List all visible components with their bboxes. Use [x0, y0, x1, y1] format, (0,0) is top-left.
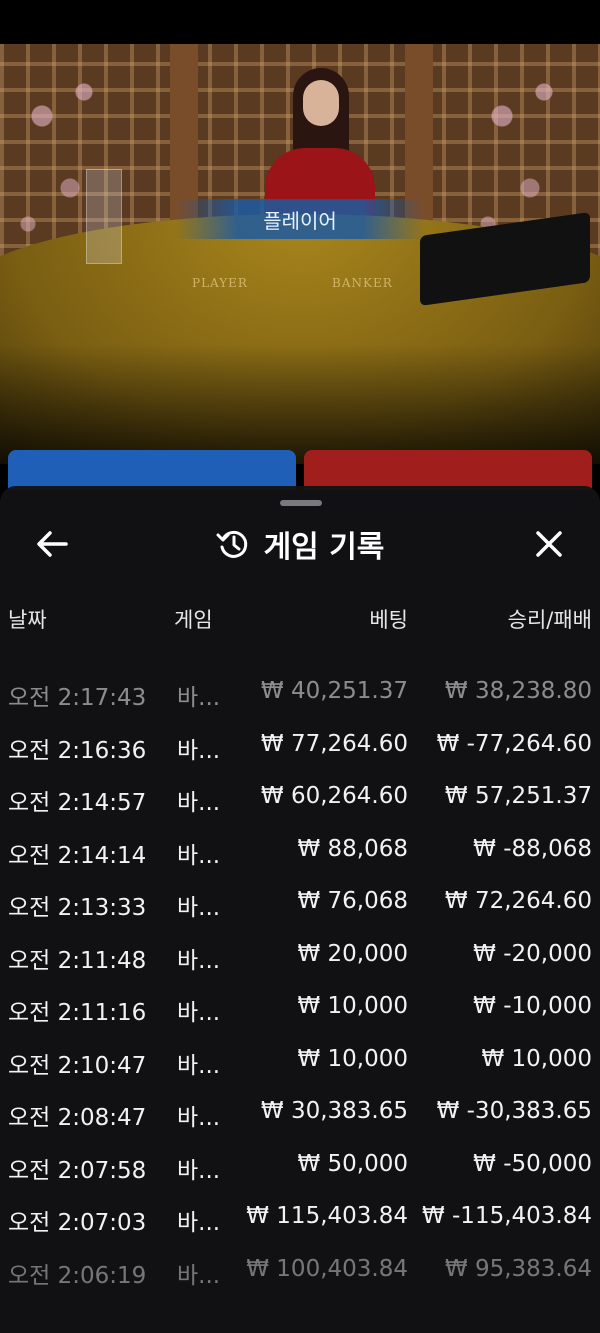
video-fade — [0, 344, 600, 464]
row-bet: ₩ 60,264.60 — [260, 783, 408, 809]
table-row[interactable]: 오전 2:16:36 바... ₩ 77,264.60 ₩ -77,264.60 — [0, 717, 600, 770]
row-result: ₩ -115,403.84 — [421, 1203, 592, 1229]
table-row[interactable]: 오전 2:07:03 바... ₩ 115,403.84 ₩ -115,403.… — [0, 1189, 600, 1242]
row-game: 바... — [177, 1052, 221, 1079]
row-time: 오전 2:17:43 — [8, 685, 147, 711]
row-bet: ₩ 76,068 — [297, 888, 408, 914]
row-result: ₩ 72,264.60 — [444, 888, 592, 914]
row-game: 바... — [177, 1157, 221, 1184]
table-label-player: PLAYER — [192, 276, 248, 290]
row-bet: ₩ 10,000 — [297, 993, 408, 1019]
arrow-left-icon — [37, 531, 68, 557]
column-header-bet: 베팅 — [369, 608, 408, 632]
row-time: 오전 2:11:16 — [8, 1000, 147, 1026]
table-row[interactable]: 오전 2:13:33 바... ₩ 76,068 ₩ 72,264.60 — [0, 874, 600, 927]
row-game: 바... — [177, 790, 221, 816]
row-result: ₩ -88,068 — [473, 835, 592, 862]
row-time: 오전 2:10:47 — [8, 1052, 147, 1079]
row-game: 바... — [177, 1000, 221, 1026]
row-game: 바... — [177, 737, 221, 764]
round-result-banner: 플레이어 — [175, 199, 425, 239]
row-time: 오전 2:11:48 — [8, 947, 147, 974]
row-game: 바... — [177, 1210, 221, 1236]
drag-handle[interactable] — [280, 500, 322, 506]
row-result: ₩ 38,238.80 — [444, 678, 592, 704]
card-discard-holder — [86, 169, 122, 264]
row-game: 바... — [177, 895, 221, 921]
table-row[interactable]: 오전 2:11:48 바... ₩ 20,000 ₩ -20,000 — [0, 927, 600, 980]
row-result: ₩ -10,000 — [473, 993, 592, 1019]
row-time: 오전 2:14:14 — [8, 842, 147, 869]
row-result: ₩ -50,000 — [473, 1150, 592, 1177]
row-game: 바... — [177, 842, 221, 869]
row-bet: ₩ 100,403.84 — [246, 1255, 408, 1282]
table-row[interactable]: 오전 2:11:16 바... ₩ 10,000 ₩ -10,000 — [0, 979, 600, 1032]
row-bet: ₩ 77,264.60 — [260, 730, 408, 757]
panel-title: 게임 기록 — [263, 530, 385, 565]
row-bet: ₩ 88,068 — [297, 835, 408, 862]
row-game: 바... — [177, 685, 221, 711]
live-video: PLAYER BANKER 플레이어 — [0, 44, 600, 464]
row-bet: ₩ 40,251.37 — [260, 678, 408, 704]
row-game: 바... — [177, 1262, 221, 1289]
player-bet-spot[interactable] — [8, 450, 296, 490]
row-result: ₩ 10,000 — [481, 1045, 592, 1072]
row-bet: ₩ 50,000 — [297, 1150, 408, 1177]
table-row[interactable]: 오전 2:10:47 바... ₩ 10,000 ₩ 10,000 — [0, 1032, 600, 1085]
close-button[interactable] — [526, 522, 572, 566]
row-game: 바... — [177, 1105, 221, 1131]
row-time: 오전 2:07:58 — [8, 1157, 147, 1184]
back-button[interactable] — [28, 524, 76, 564]
row-time: 오전 2:16:36 — [8, 737, 147, 764]
row-bet: ₩ 115,403.84 — [246, 1203, 408, 1229]
column-header-game: 게임 — [174, 608, 213, 632]
row-game: 바... — [177, 947, 221, 974]
row-bet: ₩ 30,383.65 — [260, 1098, 408, 1124]
row-time: 오전 2:06:19 — [8, 1262, 147, 1289]
row-time: 오전 2:13:33 — [8, 895, 147, 921]
column-header-date: 날짜 — [8, 608, 47, 632]
table-row[interactable]: 오전 2:14:57 바... ₩ 60,264.60 ₩ 57,251.37 — [0, 769, 600, 822]
history-list[interactable]: 오전 2:17:43 바... ₩ 40,251.37 ₩ 38,238.80 … — [0, 664, 600, 1294]
row-result: ₩ -20,000 — [473, 940, 592, 967]
bet-area — [8, 450, 592, 490]
row-time: 오전 2:07:03 — [8, 1210, 147, 1236]
table-label-banker: BANKER — [332, 276, 393, 290]
banker-bet-spot[interactable] — [304, 450, 592, 490]
row-time: 오전 2:14:57 — [8, 790, 147, 816]
table-row[interactable]: 오전 2:08:47 바... ₩ 30,383.65 ₩ -30,383.65 — [0, 1084, 600, 1137]
row-result: ₩ -30,383.65 — [436, 1098, 592, 1124]
history-clock-icon — [216, 530, 247, 558]
column-header-result: 승리/패배 — [507, 608, 592, 632]
table-row[interactable]: 오전 2:17:43 바... ₩ 40,251.37 ₩ 38,238.80 — [0, 664, 600, 717]
close-icon — [536, 531, 562, 557]
row-result: ₩ 57,251.37 — [444, 783, 592, 809]
table-row[interactable]: 오전 2:07:58 바... ₩ 50,000 ₩ -50,000 — [0, 1137, 600, 1190]
row-bet: ₩ 10,000 — [297, 1045, 408, 1072]
table-row[interactable]: 오전 2:14:14 바... ₩ 88,068 ₩ -88,068 — [0, 822, 600, 875]
status-bar — [0, 0, 600, 44]
game-history-panel: 게임 기록 날짜 게임 베팅 승리/패배 오전 2:17:43 바... ₩ 4… — [0, 486, 600, 1333]
row-result: ₩ -77,264.60 — [436, 730, 592, 757]
row-result: ₩ 95,383.64 — [444, 1255, 592, 1282]
row-time: 오전 2:08:47 — [8, 1105, 147, 1131]
row-bet: ₩ 20,000 — [297, 940, 408, 967]
table-row[interactable]: 오전 2:06:19 바... ₩ 100,403.84 ₩ 95,383.64 — [0, 1242, 600, 1295]
